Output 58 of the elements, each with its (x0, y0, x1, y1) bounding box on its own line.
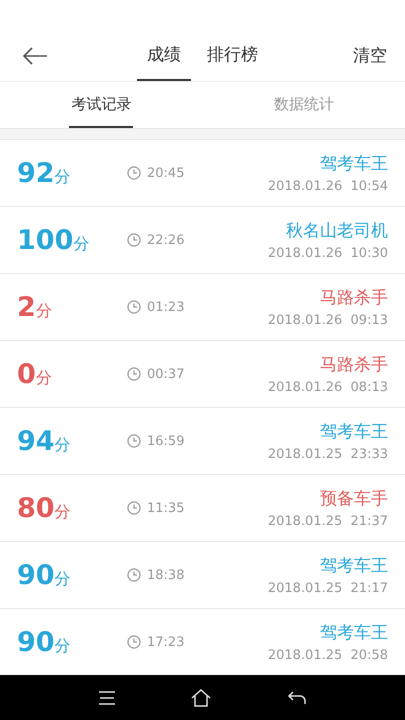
score: 2分 (17, 292, 53, 322)
duration: 00:37 (147, 366, 184, 382)
duration: 20:45 (147, 166, 184, 180)
score: 100分 (17, 224, 90, 256)
exam-datetime: 2018.01.25 21:17 (268, 581, 388, 596)
header-tab[interactable]: 排行榜 (197, 30, 268, 81)
back-arrow-icon (22, 46, 48, 64)
menu-icon (98, 690, 116, 704)
exam-datetime: 2018.01.25 21:37 (268, 514, 388, 529)
score: 90分 (17, 626, 72, 658)
home-button[interactable] (191, 688, 212, 706)
duration: 11:35 (147, 500, 184, 516)
clock-icon (127, 233, 141, 247)
clock-icon (127, 434, 141, 448)
header-tab[interactable]: 成绩 (137, 30, 191, 81)
back-nav-button[interactable] (287, 690, 308, 706)
exam-datetime: 2018.01.25 23:33 (268, 447, 388, 462)
exam-datetime: 2018.01.26 08:13 (268, 380, 388, 395)
record-row[interactable]: 0分 00:37 马路杀手 2018.01.26 08:13 (0, 341, 405, 408)
duration: 18:38 (147, 568, 184, 582)
clock-icon (127, 568, 141, 582)
rank-title: 驾考车王 (320, 153, 388, 175)
return-arrow-icon (287, 690, 308, 706)
clock-icon (127, 166, 141, 180)
record-row[interactable]: 80分 11:35 预备车手 2018.01.25 21:37 (0, 475, 405, 542)
rank-title: 驾考车王 (320, 555, 388, 577)
rank-title: 马路杀手 (320, 287, 388, 309)
record-row[interactable]: 2分 01:23 马路杀手 2018.01.26 09:13 (0, 274, 405, 341)
home-icon (191, 688, 212, 706)
duration: 17:23 (147, 634, 184, 650)
duration: 01:23 (147, 300, 184, 314)
duration: 16:59 (147, 434, 184, 448)
duration: 22:26 (147, 232, 184, 248)
clear-button[interactable]: 清空 (335, 30, 405, 81)
score: 94分 (17, 426, 72, 456)
rank-title: 秋名山老司机 (286, 220, 388, 242)
exam-datetime: 2018.01.26 10:30 (268, 246, 388, 261)
menu-button[interactable] (98, 690, 116, 704)
clock-icon (127, 300, 141, 314)
clock-icon (127, 635, 141, 649)
score: 92分 (17, 158, 72, 188)
score: 90分 (17, 560, 72, 590)
rank-title: 驾考车王 (320, 421, 388, 443)
exam-datetime: 2018.01.25 20:58 (268, 648, 388, 663)
score: 0分 (17, 358, 53, 390)
record-row[interactable]: 100分 22:26 秋名山老司机 2018.01.26 10:30 (0, 207, 405, 274)
exam-datetime: 2018.01.26 09:13 (268, 313, 388, 328)
rank-title: 预备车手 (320, 488, 388, 510)
exam-datetime: 2018.01.26 10:54 (268, 179, 388, 194)
rank-title: 马路杀手 (320, 354, 388, 376)
record-row[interactable]: 90分 18:38 驾考车王 2018.01.25 21:17 (0, 542, 405, 609)
clock-icon (127, 501, 141, 515)
score: 80分 (17, 492, 72, 524)
rank-title: 驾考车王 (320, 622, 388, 644)
record-row[interactable]: 94分 16:59 驾考车王 2018.01.25 23:33 (0, 408, 405, 475)
sub-tab[interactable]: 数据统计 (272, 82, 336, 128)
record-row[interactable]: 92分 20:45 驾考车王 2018.01.26 10:54 (0, 140, 405, 207)
clock-icon (127, 367, 141, 381)
